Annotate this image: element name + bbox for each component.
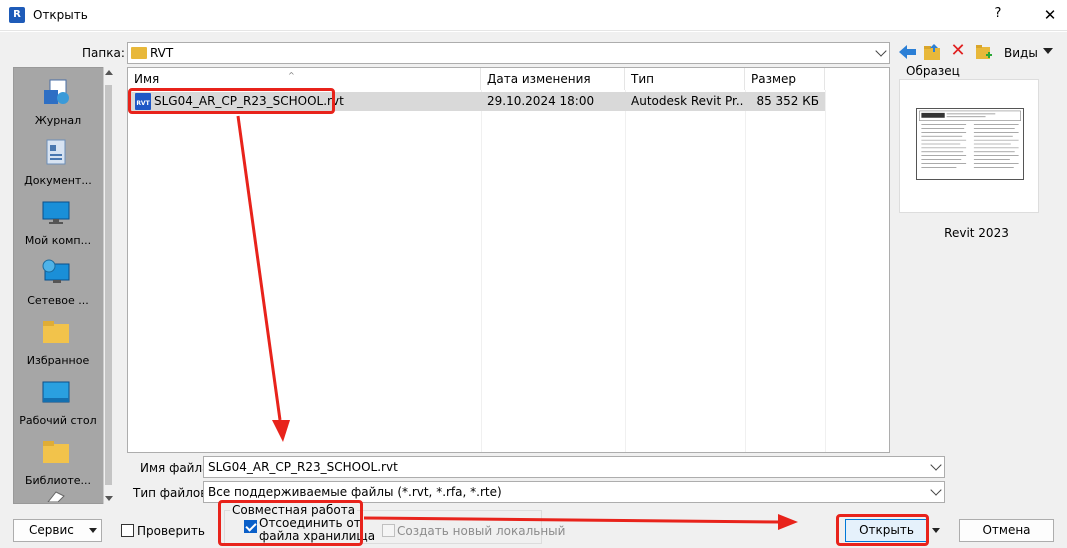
annotation-arrows [236,115,798,530]
arrow-head-right-icon [778,514,798,530]
arrow-head-down-icon [272,420,290,442]
